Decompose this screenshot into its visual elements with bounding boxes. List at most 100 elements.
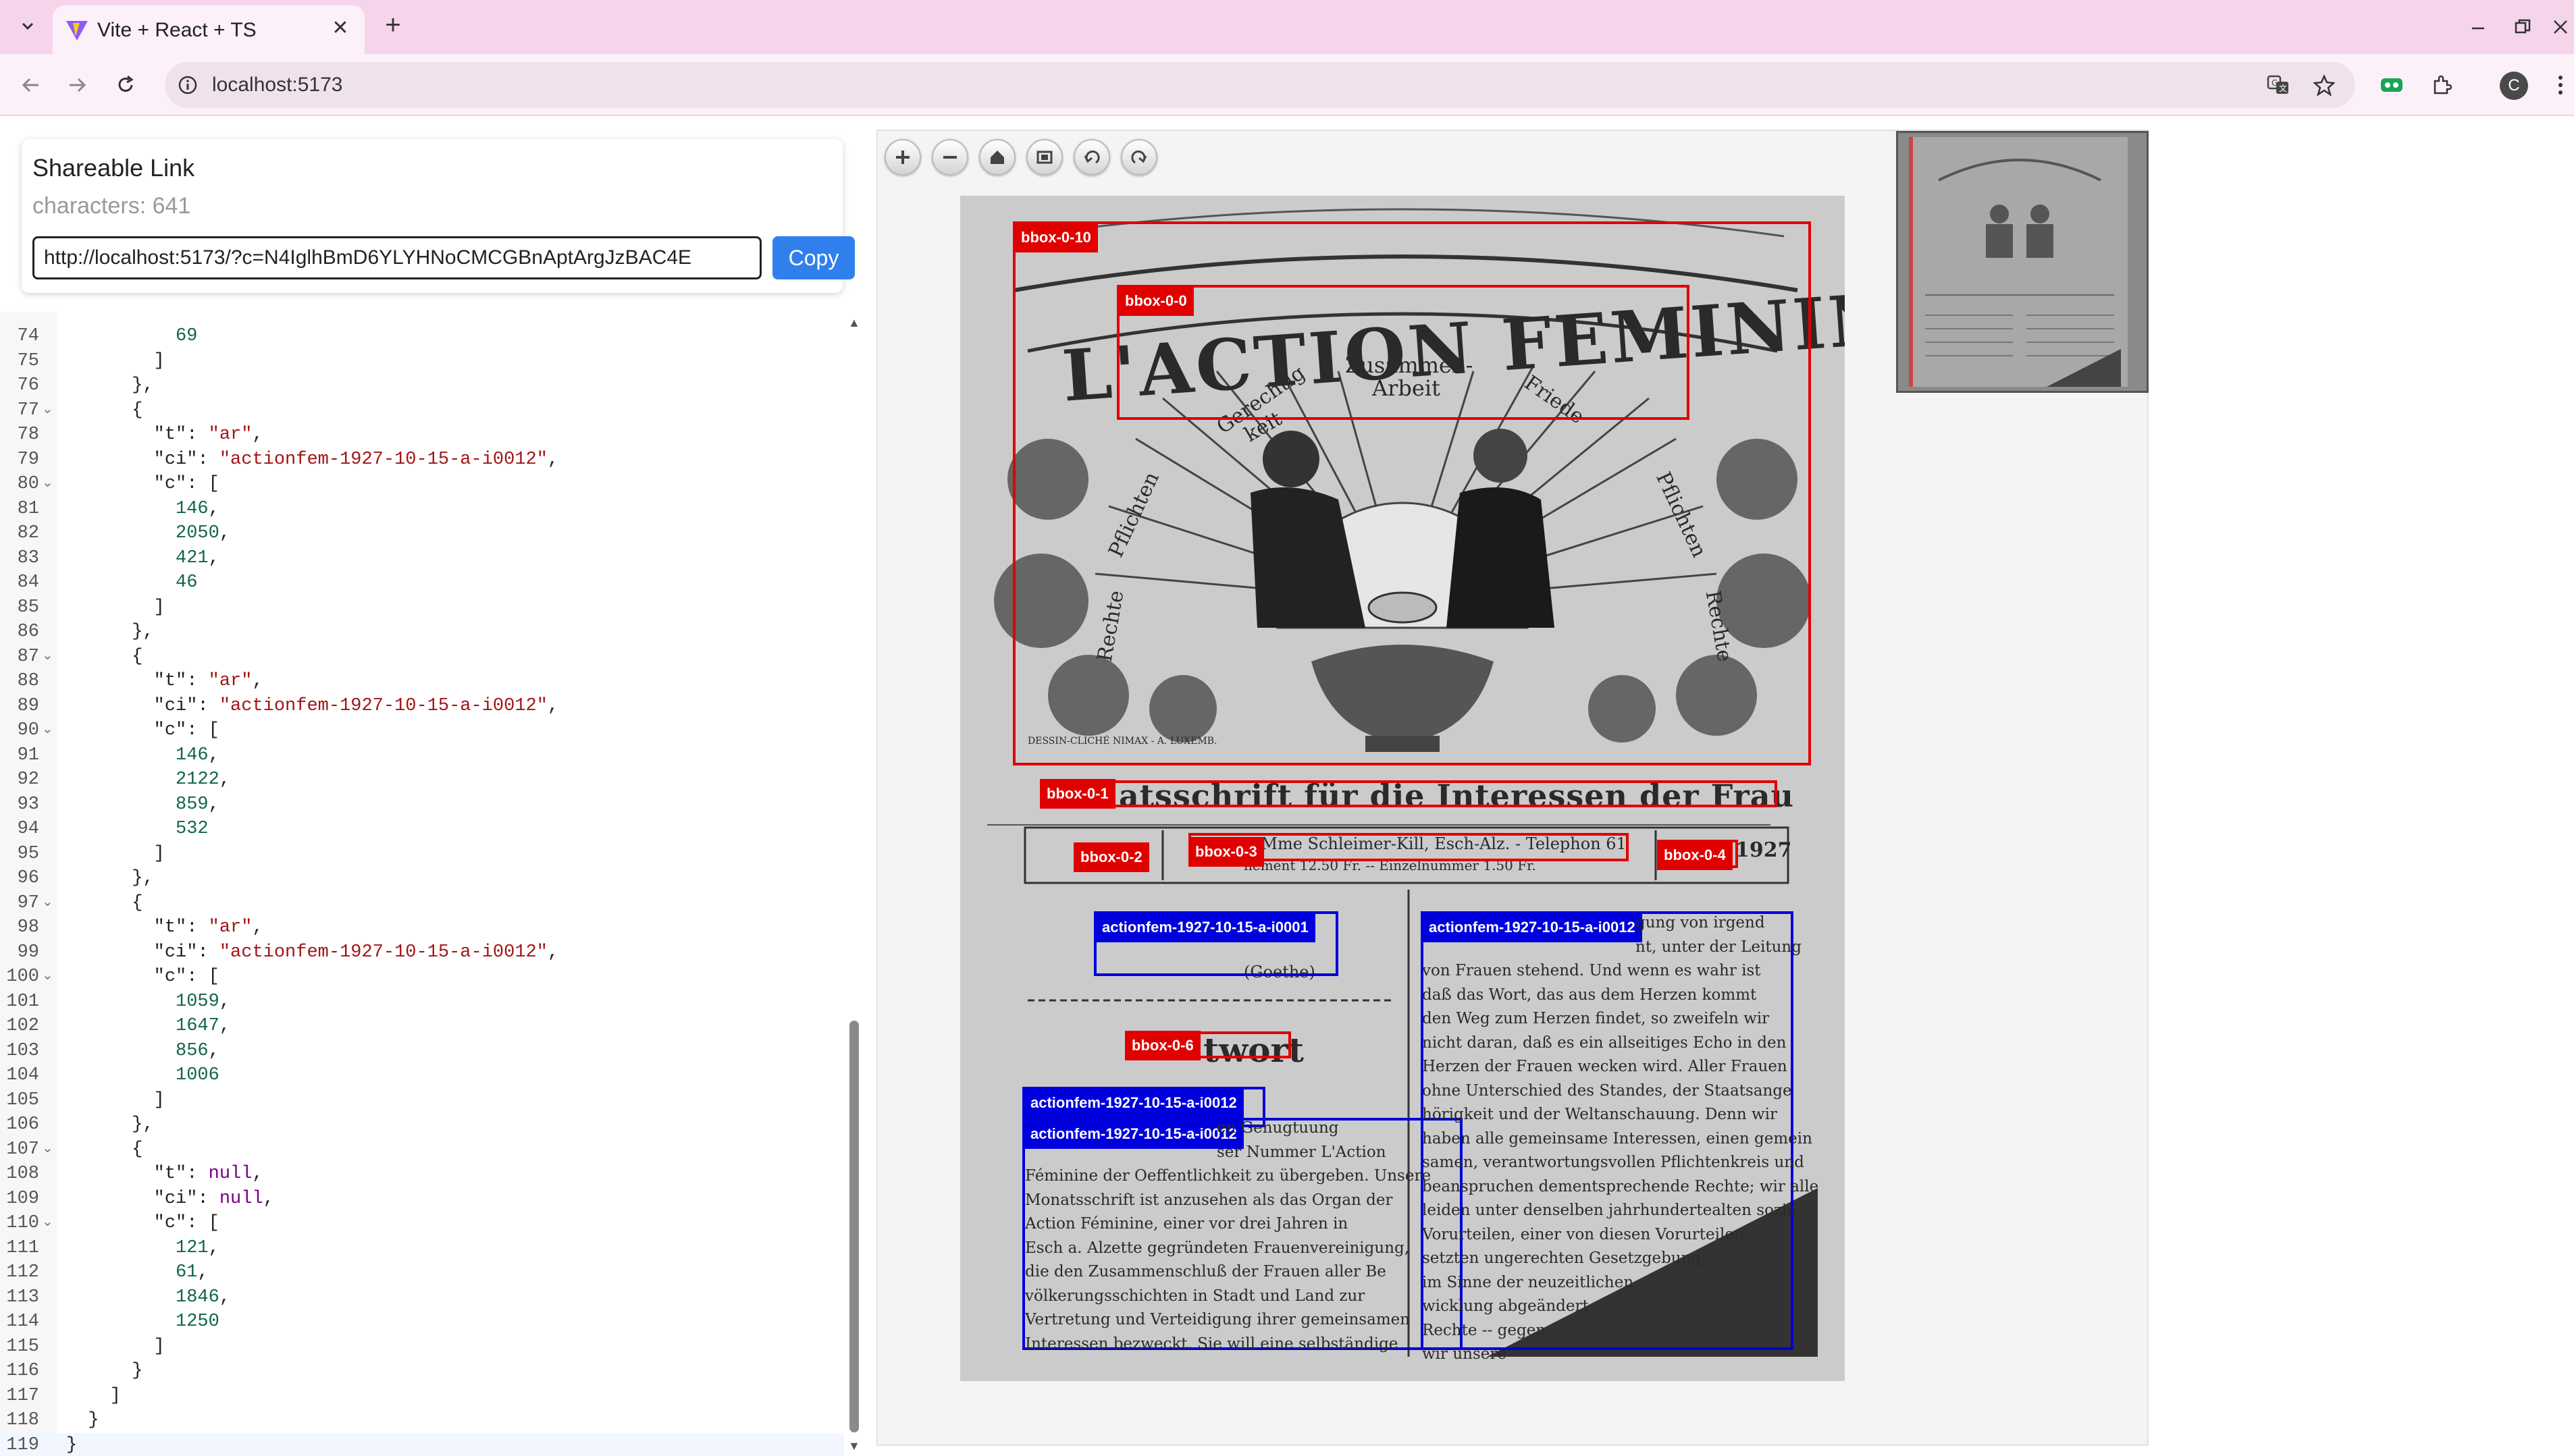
puzzle-icon[interactable] [2427,70,2457,100]
code-line[interactable]: 109 "ci": null, [0,1187,844,1212]
address-bar[interactable]: localhost:5173 G文 [165,62,2355,108]
code-line[interactable]: 85 ] [0,595,844,620]
article-line: nicht daran, daß es ein allseitiges Echo… [1422,1033,1787,1052]
kebab-icon[interactable] [2546,70,2574,100]
rotate-left-button[interactable] [1074,139,1110,176]
copy-button[interactable]: Copy [772,236,855,279]
tab-search-button[interactable] [14,12,42,41]
editor-scrollbar[interactable]: ▲ ▼ [847,312,862,1456]
code-line[interactable]: 89 "ci": "actionfem-1927-10-15-a-i0012", [0,694,844,719]
rotate-right-button[interactable] [1121,139,1157,176]
fold-chevron-icon[interactable]: ⌄ [42,472,53,497]
zoom-out-button[interactable] [932,139,968,176]
code-line[interactable]: 96 }, [0,866,844,891]
code-line[interactable]: 84 46 [0,570,844,595]
code-text: { [66,400,143,421]
code-line[interactable]: 78 "t": "ar", [0,423,844,448]
translate-icon[interactable]: G文 [2265,72,2292,99]
code-line[interactable]: 74 69 [0,324,844,349]
avatar[interactable]: C [2500,72,2528,100]
browser-toolbar: localhost:5173 G文 C [0,54,2574,116]
code-line[interactable]: 79 "ci": "actionfem-1927-10-15-a-i0012", [0,448,844,473]
zoom-in-button[interactable] [885,139,921,176]
code-line[interactable]: 80 ⌄ "c": [ [0,472,844,497]
code-line[interactable]: 93 859, [0,792,844,817]
star-icon[interactable] [2311,72,2338,99]
code-line[interactable]: 81 146, [0,497,844,522]
article-line: von Frauen stehend. Und wenn es wahr ist [1422,962,1761,979]
home-button[interactable] [979,139,1016,176]
plus-icon [896,151,910,164]
fold-chevron-icon[interactable]: ⌄ [42,965,53,990]
code-line[interactable]: 115 ] [0,1334,844,1359]
code-line[interactable]: 99 "ci": "actionfem-1927-10-15-a-i0012", [0,940,844,965]
scroll-up-icon[interactable]: ▲ [848,316,860,330]
code-line[interactable]: 100 ⌄ "c": [ [0,965,844,990]
close-window-icon[interactable] [2547,14,2574,41]
code-line[interactable]: 106 }, [0,1112,844,1137]
code-line[interactable]: 113 1846, [0,1285,844,1310]
code-line[interactable]: 86 }, [0,620,844,645]
code-line[interactable]: 75 ] [0,349,844,374]
code-line[interactable]: 103 856, [0,1039,844,1064]
fold-chevron-icon[interactable]: ⌄ [42,1137,53,1162]
code-line[interactable]: 76 }, [0,373,844,398]
code-line[interactable]: 107 ⌄ { [0,1137,844,1162]
fullscreen-button[interactable] [1026,139,1063,176]
bbox-region[interactable] [1117,285,1689,420]
code-line[interactable]: 111 121, [0,1236,844,1261]
json-editor[interactable]: 74 69 75 ] 76 }, 77 ⌄ {78 "t": "ar", 79 "ci":… [0,312,864,1456]
close-icon[interactable]: ✕ [328,16,352,41]
minimize-icon[interactable] [2465,14,2492,41]
line-number: 115 [6,1336,39,1357]
code-line[interactable]: 110 ⌄ "c": [ [0,1211,844,1236]
code-line[interactable]: 90 ⌄ "c": [ [0,718,844,743]
code-line[interactable]: 83 421, [0,546,844,571]
code-line[interactable]: 108 "t": null, [0,1162,844,1187]
bbox-region[interactable] [1040,780,1777,807]
arrow-left-icon[interactable] [15,69,47,101]
bbox-label: bbox-0-0 [1118,286,1194,316]
code-line[interactable]: 114 1250 [0,1310,844,1334]
reload-icon[interactable] [109,69,142,101]
code-line[interactable]: 94 532 [0,817,844,842]
fold-chevron-icon[interactable]: ⌄ [42,891,53,916]
code-line[interactable]: 91 146, [0,743,844,768]
extension-badge-icon[interactable] [2377,70,2407,100]
code-line[interactable]: 118 } [0,1408,844,1433]
code-line[interactable]: 82 2050, [0,521,844,546]
restore-icon[interactable] [2509,14,2536,41]
code-line[interactable]: 112 61, [0,1260,844,1285]
code-line[interactable]: 98 "t": "ar", [0,915,844,940]
scroll-down-icon[interactable]: ▼ [848,1439,860,1453]
info-icon[interactable] [173,70,203,100]
fold-chevron-icon[interactable]: ⌄ [42,645,53,670]
code-line[interactable]: 119} [0,1432,844,1456]
code-line[interactable]: 116 } [0,1359,844,1384]
share-link-input[interactable] [32,236,762,279]
code-line[interactable]: 117 ] [0,1384,844,1409]
browser-tab[interactable]: Vite + React + TS ✕ [53,5,365,54]
fold-chevron-icon[interactable]: ⌄ [42,1211,53,1236]
code-line[interactable]: 87 ⌄ { [0,645,844,670]
scroll-thumb[interactable] [849,1021,859,1432]
code-line[interactable]: 101 1059, [0,990,844,1015]
code-line[interactable]: 77 ⌄ { [0,398,844,423]
fold-chevron-icon[interactable]: ⌄ [42,718,53,743]
minus-icon [943,156,957,159]
code-line[interactable]: 88 "t": "ar", [0,669,844,694]
code-line[interactable]: 92 2122, [0,767,844,792]
code-line[interactable]: 104 1006 [0,1063,844,1088]
code-line[interactable]: 97 ⌄ { [0,891,844,916]
navigator-thumbnail[interactable] [1896,131,2149,393]
code-text: 856, [176,1040,219,1061]
arrow-right-icon[interactable] [61,69,93,101]
code-line[interactable]: 95 ] [0,842,844,867]
fold-chevron-icon[interactable]: ⌄ [42,398,53,423]
document-viewer[interactable]: L'ACTION FEMININE Zusammen- Arbeit Gerec… [876,130,2149,1446]
plus-icon[interactable]: + [378,11,408,41]
code-line[interactable]: 102 1647, [0,1014,844,1039]
code-line[interactable]: 105 ] [0,1088,844,1113]
code-text: ] [66,1336,165,1357]
line-number: 102 [6,1016,39,1036]
